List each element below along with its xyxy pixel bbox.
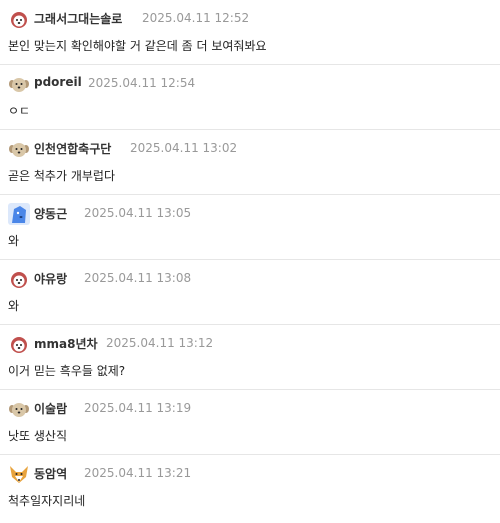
comment-datetime: 2025.04.11 13:02	[130, 141, 238, 155]
comment-datetime: 2025.04.11 13:05	[84, 206, 192, 220]
dog-face-icon[interactable]	[8, 8, 30, 30]
comment-nickname[interactable]: 야유랑	[34, 270, 67, 287]
comment-item: 동암역 2025.04.11 13:21 척추일자지리네	[0, 455, 500, 523]
comment-item: 양동근 2025.04.11 13:05 와	[0, 195, 500, 260]
dog-face-icon[interactable]	[8, 268, 30, 290]
comment-text: 척추일자지리네	[8, 494, 86, 508]
comment-text: 곧은 척추가 개부럽다	[8, 169, 115, 183]
comment-nickname[interactable]: pdoreil	[34, 75, 82, 89]
comment-datetime: 2025.04.11 13:12	[106, 336, 214, 350]
comment-nickname[interactable]: 양동근	[34, 205, 67, 222]
comment-datetime: 2025.04.11 12:54	[88, 76, 196, 90]
comment-nickname[interactable]: 인천연합축구단	[34, 140, 111, 157]
comment-datetime: 2025.04.11 13:19	[84, 401, 192, 415]
puppy-face-icon[interactable]	[8, 398, 30, 420]
comment-item: 이술람 2025.04.11 13:19 낫또 생산직	[0, 390, 500, 455]
comment-nickname[interactable]: 그래서그대는솔로	[34, 10, 122, 27]
dog-face-icon[interactable]	[8, 333, 30, 355]
blue-dog-icon[interactable]	[8, 203, 30, 225]
comment-text: 와	[8, 299, 20, 313]
comment-nickname[interactable]: 이술람	[34, 400, 67, 417]
comment-nickname[interactable]: 동암역	[34, 465, 67, 482]
comment-item: mma8년차 2025.04.11 13:12 이거 믿는 흑우들 없제?	[0, 325, 500, 390]
comment-item: 야유랑 2025.04.11 13:08 와	[0, 260, 500, 325]
comment-item: 인천연합축구단 2025.04.11 13:02 곧은 척추가 개부럽다	[0, 130, 500, 195]
comment-text: ㅇㄷ	[8, 104, 31, 118]
puppy-face-icon[interactable]	[8, 138, 30, 160]
fox-face-icon[interactable]	[8, 463, 30, 485]
comment-item: 그래서그대는솔로 2025.04.11 12:52 본인 맞는지 확인해야할 거…	[0, 0, 500, 65]
comment-datetime: 2025.04.11 13:08	[84, 271, 192, 285]
puppy-face-icon[interactable]	[8, 73, 30, 95]
comment-text: 낫또 생산직	[8, 429, 68, 443]
comment-text: 본인 맞는지 확인해야할 거 같은데 좀 더 보여줘봐요	[8, 39, 267, 53]
comment-datetime: 2025.04.11 13:21	[84, 466, 192, 480]
comment-datetime: 2025.04.11 12:52	[142, 11, 250, 25]
comment-text: 와	[8, 234, 20, 248]
comment-nickname[interactable]: mma8년차	[34, 335, 98, 352]
comment-item: pdoreil 2025.04.11 12:54 ㅇㄷ	[0, 65, 500, 130]
comment-text: 이거 믿는 흑우들 없제?	[8, 364, 126, 378]
